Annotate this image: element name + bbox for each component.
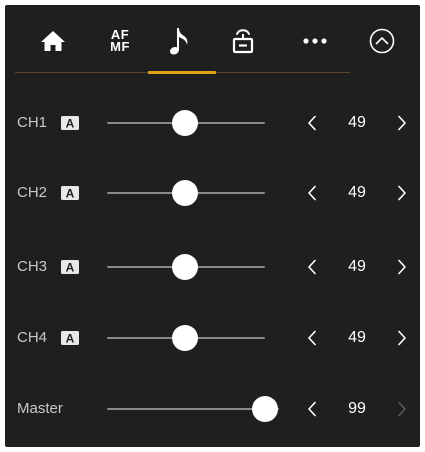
active-tab-indicator xyxy=(148,71,216,74)
auto-mode-icon: A xyxy=(61,260,79,274)
ch1-decrement-button[interactable] xyxy=(297,103,327,143)
chevron-left-icon xyxy=(308,259,316,275)
slider-thumb[interactable] xyxy=(171,180,198,206)
chevron-left-icon xyxy=(308,185,316,201)
mf-label: MF xyxy=(110,39,130,54)
channel-label: CH2 xyxy=(17,184,48,201)
auto-badge-letter: A xyxy=(66,117,75,131)
chevron-left-icon xyxy=(308,401,316,417)
master-label: Master xyxy=(17,400,63,417)
slider-thumb[interactable] xyxy=(171,254,198,280)
ch1-level-slider[interactable] xyxy=(107,103,265,143)
tab-streaming[interactable] xyxy=(223,23,263,59)
channel-row-ch4: CH4 A 49 xyxy=(5,318,420,358)
channel-row-ch3: CH3 A 49 xyxy=(5,247,420,287)
ch4-decrement-button[interactable] xyxy=(297,318,327,358)
ch3-level-value: 49 xyxy=(348,258,366,275)
ch1-level-value: 49 xyxy=(348,114,366,131)
home-icon xyxy=(41,31,65,51)
master-row: Master 99 xyxy=(5,389,420,429)
channel-label: CH3 xyxy=(17,258,48,275)
ch3-decrement-button[interactable] xyxy=(297,247,327,287)
collapse-button[interactable] xyxy=(362,23,402,59)
auto-badge-letter: A xyxy=(66,332,75,346)
tab-audio[interactable] xyxy=(160,23,200,59)
audio-control-panel: AF MF CH1 A 49 CH2 A 49 CH3 A 49 CH4 A 4… xyxy=(5,5,420,447)
chevron-left-icon xyxy=(308,115,316,131)
ch4-level-value: 49 xyxy=(348,329,366,346)
chevron-left-icon xyxy=(308,330,316,346)
slider-thumb[interactable] xyxy=(171,325,198,351)
channel-label: CH1 xyxy=(17,114,48,131)
chevron-right-icon xyxy=(398,401,406,417)
af-mf-icon: AF MF xyxy=(110,28,130,54)
slider-thumb[interactable] xyxy=(251,396,278,422)
ch4-increment-button[interactable] xyxy=(387,318,417,358)
chevron-right-icon xyxy=(398,185,406,201)
chevron-right-icon xyxy=(398,115,406,131)
tab-home[interactable] xyxy=(33,23,73,59)
stream-icon xyxy=(232,29,254,54)
ch2-level-value: 49 xyxy=(348,184,366,201)
channel-row-ch1: CH1 A 49 xyxy=(5,103,420,143)
ch3-level-slider[interactable] xyxy=(107,247,265,287)
channel-row-ch2: CH2 A 49 xyxy=(5,173,420,213)
master-level-slider[interactable] xyxy=(107,389,279,429)
more-icon xyxy=(303,38,327,44)
slider-thumb[interactable] xyxy=(171,110,198,136)
ch4-level-slider[interactable] xyxy=(107,318,265,358)
auto-mode-icon: A xyxy=(61,331,79,345)
master-level-value: 99 xyxy=(348,400,366,417)
chevron-right-icon xyxy=(398,330,406,346)
auto-badge-letter: A xyxy=(66,187,75,201)
ch2-increment-button[interactable] xyxy=(387,173,417,213)
master-increment-button[interactable] xyxy=(387,389,417,429)
ch2-level-slider[interactable] xyxy=(107,173,265,213)
chevron-right-icon xyxy=(398,259,406,275)
channel-label: CH4 xyxy=(17,329,48,346)
ch3-increment-button[interactable] xyxy=(387,247,417,287)
auto-mode-icon: A xyxy=(61,186,79,200)
auto-mode-icon: A xyxy=(61,116,79,130)
tab-more[interactable] xyxy=(295,23,335,59)
master-decrement-button[interactable] xyxy=(297,389,327,429)
music-note-icon xyxy=(170,28,188,55)
chevron-up-circle-icon xyxy=(369,28,395,54)
ch1-increment-button[interactable] xyxy=(387,103,417,143)
tab-bar: AF MF xyxy=(5,5,420,75)
ch2-decrement-button[interactable] xyxy=(297,173,327,213)
tab-focus[interactable]: AF MF xyxy=(95,23,145,59)
auto-badge-letter: A xyxy=(66,261,75,275)
